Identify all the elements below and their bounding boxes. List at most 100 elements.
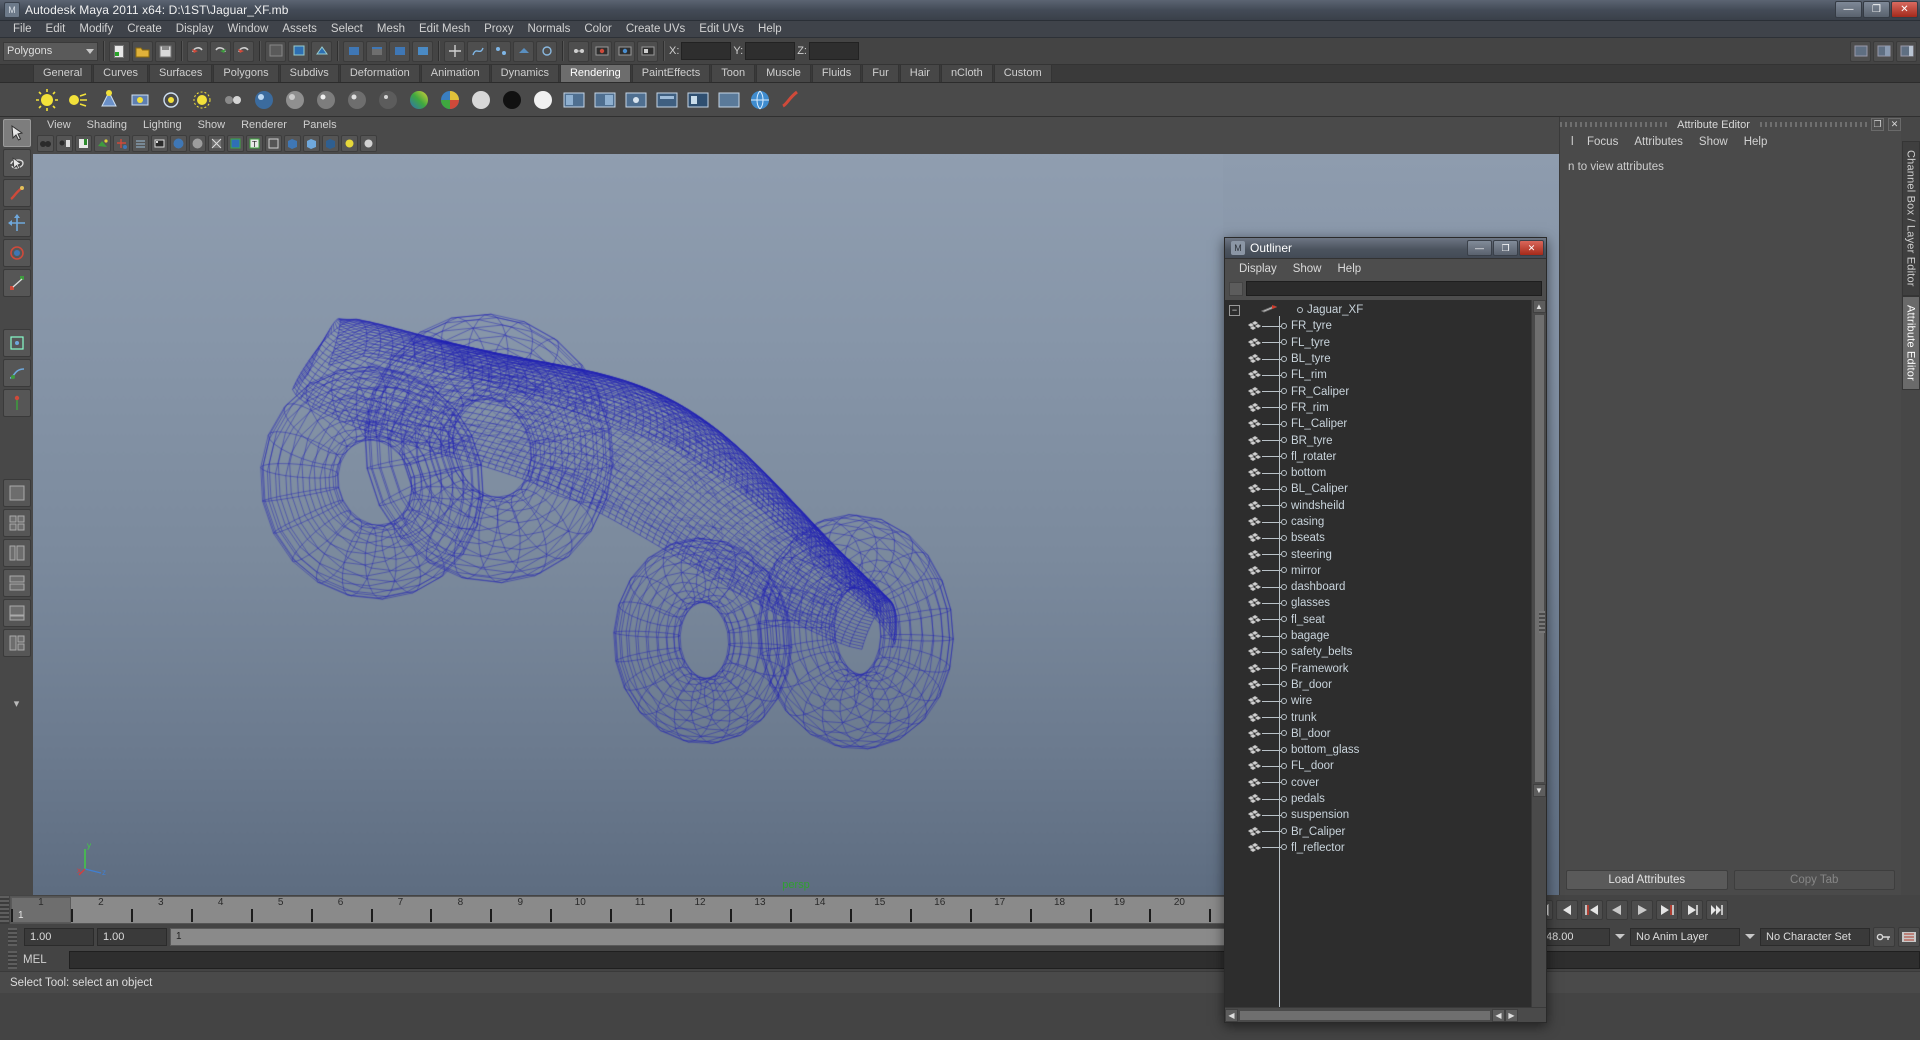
- car-wireframe-model[interactable]: [33, 154, 1223, 895]
- save-scene-button[interactable]: [155, 40, 176, 62]
- menu-item-modify[interactable]: Modify: [72, 21, 120, 38]
- shelf-light-linking-icon[interactable]: [219, 86, 246, 113]
- outliner-window[interactable]: M Outliner — ❐ ✕ Display Show Help − Jaguar…: [1224, 237, 1547, 1023]
- x-input[interactable]: [681, 42, 732, 60]
- minimize-button[interactable]: —: [1835, 1, 1862, 18]
- redo-button[interactable]: [210, 40, 231, 62]
- shelf-tab-animation[interactable]: Animation: [420, 64, 490, 82]
- menu-item-select[interactable]: Select: [324, 21, 370, 38]
- show-hide-modeling-toolkit-button[interactable]: [1850, 40, 1871, 62]
- wireframe-on-shaded-icon[interactable]: [189, 135, 206, 152]
- outliner-item[interactable]: FL_tyre: [1225, 335, 1531, 351]
- scroll-left-icon[interactable]: ◀: [1225, 1008, 1238, 1022]
- isolate-select-icon[interactable]: [265, 135, 282, 152]
- snap-to-curve-button[interactable]: [467, 40, 488, 62]
- outliner-item[interactable]: BR_tyre: [1225, 432, 1531, 448]
- scroll-thumb[interactable]: [1533, 314, 1545, 783]
- select-camera-icon[interactable]: [37, 135, 54, 152]
- viewport-menu-show[interactable]: Show: [190, 118, 234, 133]
- shelf-ramp-shader-icon[interactable]: [405, 86, 432, 113]
- time-slider-grip[interactable]: [0, 896, 9, 924]
- menu-item-edit[interactable]: Edit: [39, 21, 73, 38]
- outliner-item[interactable]: FR_Caliper: [1225, 383, 1531, 399]
- shelf-tab-polygons[interactable]: Polygons: [213, 64, 279, 82]
- outliner-item[interactable]: fl_seat: [1225, 612, 1531, 628]
- shelf-layered-shader-icon[interactable]: [529, 86, 556, 113]
- two-d-pan-zoom-icon[interactable]: [113, 135, 130, 152]
- menu-item-normals[interactable]: Normals: [521, 21, 578, 38]
- open-scene-button[interactable]: [132, 40, 153, 62]
- step-back-key-button[interactable]: [1556, 900, 1578, 920]
- shelf-globe-icon[interactable]: [746, 86, 773, 113]
- outliner-horizontal-scrollbar[interactable]: ◀ ◀ ▶: [1225, 1007, 1546, 1022]
- shelf-color-wheel-icon[interactable]: [436, 86, 463, 113]
- outliner-maximize-button[interactable]: ❐: [1493, 240, 1518, 256]
- scroll-right-icon[interactable]: ▶: [1505, 1008, 1518, 1022]
- outliner-resize-grip[interactable]: [1539, 611, 1545, 634]
- viewport-menu-lighting[interactable]: Lighting: [135, 118, 190, 133]
- new-scene-button[interactable]: [109, 40, 130, 62]
- use-default-light-icon[interactable]: [341, 135, 358, 152]
- outliner-item[interactable]: steering: [1225, 546, 1531, 562]
- lighting-cube-icon[interactable]: [322, 135, 339, 152]
- film-gate-icon[interactable]: [151, 135, 168, 152]
- shelf-ipr-render-icon[interactable]: [591, 86, 618, 113]
- component-mask-edge-button[interactable]: [366, 40, 387, 62]
- chevron-down-icon[interactable]: [1615, 934, 1625, 939]
- outliner-item[interactable]: wire: [1225, 693, 1531, 709]
- undo-view-button[interactable]: [233, 40, 254, 62]
- shelf-hardware-render-icon[interactable]: [715, 86, 742, 113]
- snap-to-live-button[interactable]: [536, 40, 557, 62]
- rotate-tool-button[interactable]: [2, 239, 31, 267]
- shelf-surface-shader-icon[interactable]: [467, 86, 494, 113]
- shelf-ambient-light-icon[interactable]: [188, 86, 215, 113]
- menu-item-mesh[interactable]: Mesh: [370, 21, 412, 38]
- select-by-object-button[interactable]: [288, 40, 309, 62]
- viewport-menu-view[interactable]: View: [39, 118, 79, 133]
- menu-item-edit-mesh[interactable]: Edit Mesh: [412, 21, 477, 38]
- play-forwards-button[interactable]: [1631, 900, 1653, 920]
- step-back-frame-button[interactable]: [1581, 900, 1603, 920]
- show-manipulator-tool-button[interactable]: [2, 389, 31, 417]
- ae-menu-focus[interactable]: Focus: [1579, 136, 1626, 148]
- anim-start-field[interactable]: 1.00: [97, 927, 167, 946]
- viewport-menu-renderer[interactable]: Renderer: [233, 118, 295, 133]
- shelf-tab-painteffects[interactable]: PaintEffects: [631, 64, 711, 82]
- shelf-render-current-frame-icon[interactable]: [560, 86, 587, 113]
- snap-to-point-button[interactable]: [490, 40, 511, 62]
- outliner-filter-icon[interactable]: [1229, 281, 1243, 296]
- image-plane-icon[interactable]: [94, 135, 111, 152]
- expand-collapse-icon[interactable]: −: [1229, 304, 1240, 316]
- menu-item-assets[interactable]: Assets: [275, 21, 324, 38]
- scroll-down-icon[interactable]: ▼: [1532, 784, 1546, 797]
- select-tool-button[interactable]: [2, 119, 31, 147]
- menu-item-edit-uvs[interactable]: Edit UVs: [692, 21, 751, 38]
- outliner-item[interactable]: BL_Caliper: [1225, 481, 1531, 497]
- menu-item-file[interactable]: File: [6, 21, 39, 38]
- outliner-menu-show[interactable]: Show: [1285, 263, 1330, 275]
- undo-button[interactable]: [187, 40, 208, 62]
- hardware-texturing-icon[interactable]: [227, 135, 244, 152]
- numeric-input-y[interactable]: Y:: [733, 42, 796, 60]
- component-mask-uv-button[interactable]: [412, 40, 433, 62]
- play-backwards-button[interactable]: [1606, 900, 1628, 920]
- outliner-item[interactable]: FR_tyre: [1225, 318, 1531, 334]
- shelf-render-settings-icon[interactable]: [622, 86, 649, 113]
- quick-layout-more-button[interactable]: ▾: [3, 689, 31, 717]
- range-slider-grip[interactable]: [8, 927, 17, 946]
- outliner-item[interactable]: mirror: [1225, 563, 1531, 579]
- outliner-item[interactable]: pedals: [1225, 791, 1531, 807]
- mel-command-input[interactable]: [69, 950, 1920, 969]
- range-end-field[interactable]: 48.00: [1540, 927, 1610, 946]
- outliner-root-item[interactable]: − Jaguar_XF: [1225, 302, 1531, 318]
- z-input[interactable]: [808, 42, 859, 60]
- snap-to-view-plane-button[interactable]: [513, 40, 534, 62]
- shelf-tab-deformation[interactable]: Deformation: [339, 64, 420, 82]
- layout-persp-graph-button[interactable]: [2, 599, 31, 627]
- y-input[interactable]: [745, 42, 796, 60]
- drag-handle-left[interactable]: [1560, 122, 1668, 127]
- shelf-tab-curves[interactable]: Curves: [93, 64, 148, 82]
- outliner-item[interactable]: dashboard: [1225, 579, 1531, 595]
- drag-handle-right[interactable]: [1759, 122, 1868, 127]
- outliner-item[interactable]: Bl_door: [1225, 726, 1531, 742]
